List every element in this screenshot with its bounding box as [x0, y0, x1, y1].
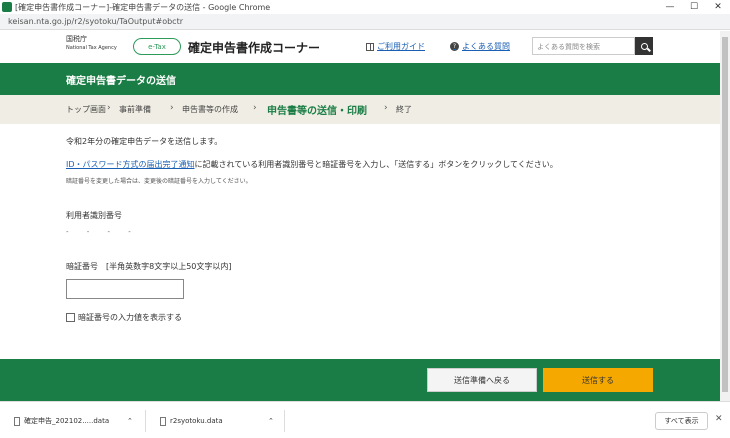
step-separator: ›: [253, 103, 257, 113]
step-finish: 終了: [396, 105, 412, 114]
window-title: [確定申告書作成コーナー]-確定申告書データの送信 - Google Chrom…: [15, 2, 271, 12]
send-button[interactable]: 送信する: [543, 368, 653, 392]
faq-link-label: よくある質問: [462, 42, 510, 51]
agency-name-en: National Tax Agency: [66, 45, 117, 51]
show-all-button[interactable]: すべて表示: [655, 412, 708, 430]
search-icon: [640, 42, 648, 50]
browser-title-bar: [確定申告書作成コーナー]-確定申告書データの送信 - Google Chrom…: [0, 0, 730, 14]
completion-notice-link[interactable]: ID・パスワード方式の届出完了通知: [66, 160, 195, 169]
intro-text: 令和2年分の確定申告データを送信します。: [66, 137, 223, 146]
search-button[interactable]: [635, 37, 653, 55]
pin-change-note: 暗証番号を変更した場合は、変更後の暗証番号を入力してください。: [66, 178, 252, 185]
pin-input[interactable]: [66, 279, 184, 299]
download-item[interactable]: r2syotoku.data: [160, 412, 223, 430]
agency-logo[interactable]: 国税庁 National Tax Agency: [66, 35, 117, 53]
site-title: 確定申告書作成コーナー: [188, 41, 321, 55]
guide-link[interactable]: ご利用ガイド: [366, 41, 425, 52]
step-separator: ›: [170, 103, 174, 113]
agency-name: 国税庁: [66, 35, 87, 43]
step-send-print: 申告書等の送信・印刷: [267, 106, 367, 117]
user-id-value: - - - -: [66, 228, 139, 236]
progress-steps: トップ画面 › 事前準備 › 申告書等の作成 › 申告書等の送信・印刷 › 終了: [0, 95, 730, 124]
action-band: 送信準備へ戻る 送信する: [0, 359, 720, 401]
page-title: 確定申告書データの送信: [66, 76, 176, 87]
show-pin-checkbox[interactable]: 暗証番号の入力値を表示する: [66, 312, 182, 323]
etax-logo: e-Tax: [133, 38, 181, 55]
checkbox-icon[interactable]: [66, 313, 75, 322]
divider: [145, 410, 146, 432]
step-top: トップ画面: [66, 105, 106, 114]
page-scrollbar[interactable]: [720, 31, 730, 401]
site-favicon-icon: [2, 2, 12, 12]
step-separator: ›: [107, 103, 111, 113]
url-text[interactable]: keisan.nta.go.jp/r2/syotoku/TaOutput#obc…: [8, 17, 183, 26]
download-item[interactable]: 確定申告_202102.....data: [14, 412, 109, 430]
site-header: 国税庁 National Tax Agency e-Tax 確定申告書作成コーナ…: [0, 31, 730, 63]
instruction-text: ID・パスワード方式の届出完了通知に記載されている利用者識別番号と暗証番号を入力…: [66, 159, 558, 170]
scrollbar-thumb[interactable]: [722, 37, 728, 392]
instruction-rest: に記載されている利用者識別番号と暗証番号を入力し、「送信する」ボタンをクリックし…: [194, 160, 558, 169]
chevron-up-icon[interactable]: ⌃: [127, 412, 133, 430]
maximize-button[interactable]: ☐: [682, 0, 706, 14]
file-icon: [160, 416, 166, 426]
close-icon[interactable]: ✕: [715, 414, 723, 424]
close-window-button[interactable]: ✕: [706, 0, 730, 14]
step-creation: 申告書等の作成: [182, 105, 238, 114]
user-id-label: 利用者識別番号: [66, 211, 122, 220]
pin-label: 暗証番号 [半角英数字8文字以上50文字以内]: [66, 262, 232, 271]
download-shelf: 確定申告_202102.....data ⌃ r2syotoku.data ⌃ …: [0, 401, 730, 438]
minimize-button[interactable]: —: [658, 0, 682, 14]
guide-link-label: ご利用ガイド: [377, 42, 425, 51]
book-icon: [366, 42, 374, 51]
divider: [284, 410, 285, 432]
page-heading-band: 確定申告書データの送信: [0, 63, 730, 95]
show-pin-label: 暗証番号の入力値を表示する: [78, 313, 182, 322]
back-button[interactable]: 送信準備へ戻る: [427, 368, 537, 392]
step-separator: ›: [384, 103, 388, 113]
address-bar[interactable]: keisan.nta.go.jp/r2/syotoku/TaOutput#obc…: [0, 14, 730, 30]
file-icon: [14, 416, 20, 426]
question-icon: ?: [450, 42, 459, 51]
download-filename: r2syotoku.data: [170, 417, 223, 425]
search-input[interactable]: よくある質問を検索: [532, 37, 635, 55]
step-preparation: 事前準備: [119, 105, 151, 114]
chevron-up-icon[interactable]: ⌃: [268, 412, 274, 430]
download-filename: 確定申告_202102.....data: [24, 417, 110, 425]
faq-link[interactable]: ? よくある質問: [450, 41, 510, 52]
